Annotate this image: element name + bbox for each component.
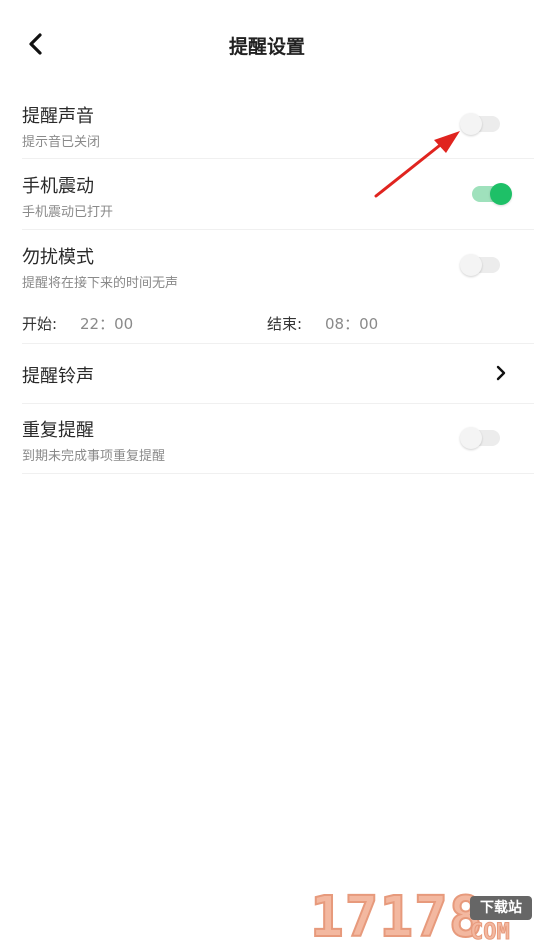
sound-toggle[interactable] bbox=[460, 113, 500, 135]
setting-dnd-subtitle: 提醒将在接下来的时间无声 bbox=[22, 276, 179, 291]
header: 提醒设置 bbox=[0, 0, 534, 90]
toggle-knob bbox=[460, 427, 482, 449]
chevron-right-icon[interactable] bbox=[494, 364, 508, 382]
setting-repeat-title: 重复提醒 bbox=[22, 420, 94, 441]
repeat-toggle[interactable] bbox=[460, 427, 500, 449]
watermark-suffix: COM bbox=[470, 920, 511, 945]
divider bbox=[22, 403, 534, 404]
watermark-logo: 17178 下载站 COM bbox=[309, 885, 534, 950]
divider bbox=[22, 473, 534, 474]
page-title: 提醒设置 bbox=[228, 36, 305, 58]
setting-repeat-subtitle: 到期未完成事项重复提醒 bbox=[22, 449, 166, 464]
dnd-end-label: 结束: bbox=[267, 315, 303, 333]
watermark-digits: 17178 bbox=[309, 885, 484, 950]
dnd-start-time[interactable]: 22：00 bbox=[80, 313, 133, 334]
setting-ringtone[interactable]: 提醒铃声 bbox=[22, 344, 534, 402]
setting-sound-title: 提醒声音 bbox=[22, 106, 94, 127]
setting-vibrate-title: 手机震动 bbox=[22, 176, 94, 197]
dnd-toggle[interactable] bbox=[460, 254, 500, 276]
setting-dnd-title: 勿扰模式 bbox=[22, 247, 94, 268]
dnd-end-time[interactable]: 08：00 bbox=[325, 313, 378, 334]
annotation-arrow-icon bbox=[370, 128, 465, 207]
dnd-start-label: 开始: bbox=[22, 315, 58, 333]
setting-vibrate-subtitle: 手机震动已打开 bbox=[22, 205, 114, 220]
toggle-knob bbox=[490, 183, 512, 205]
setting-dnd: 勿扰模式 提醒将在接下来的时间无声 bbox=[22, 241, 534, 299]
setting-repeat: 重复提醒 到期未完成事项重复提醒 bbox=[22, 414, 534, 472]
watermark-badge: 下载站 bbox=[470, 896, 532, 920]
vibrate-toggle[interactable] bbox=[472, 183, 512, 205]
toggle-knob bbox=[460, 254, 482, 276]
setting-ringtone-title: 提醒铃声 bbox=[22, 366, 94, 387]
setting-sound-subtitle: 提示音已关闭 bbox=[22, 135, 101, 150]
divider bbox=[22, 229, 534, 230]
